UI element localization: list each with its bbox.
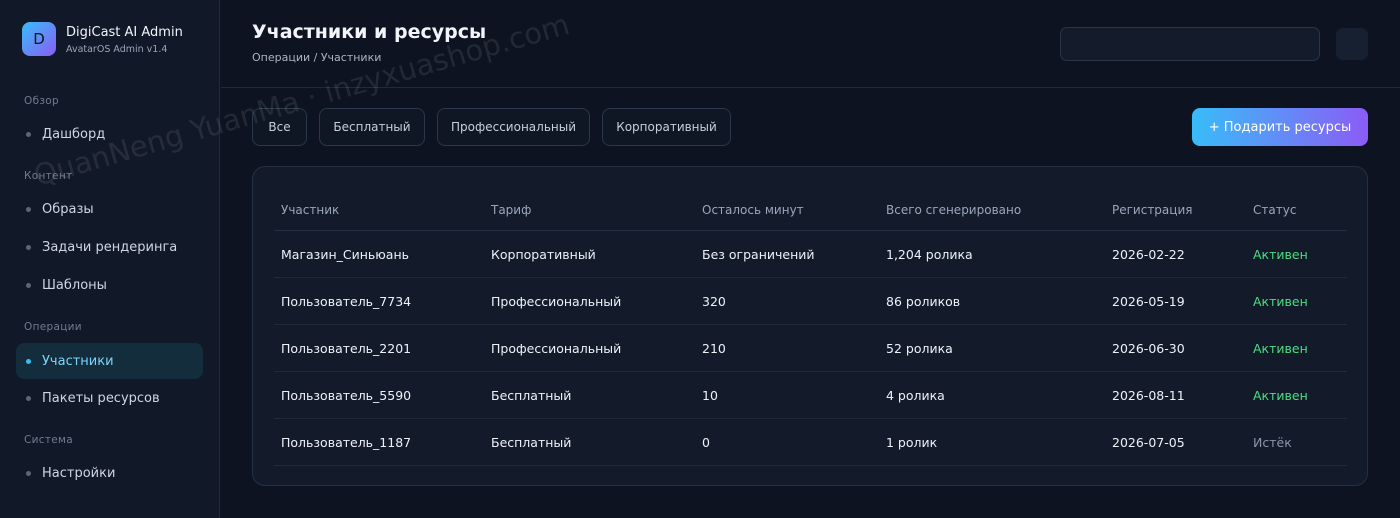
- plan-cell: Профессиональный: [491, 341, 622, 356]
- filter-corporate-button[interactable]: Корпоративный: [602, 108, 731, 146]
- sidebar-item-label: Настройки: [42, 465, 116, 481]
- member-cell: Пользователь_1187: [281, 435, 412, 450]
- main-content: Участники и ресурсы Операции / Участники…: [221, 0, 1400, 518]
- member-cell: Пользователь_2201: [281, 341, 412, 356]
- section-label-operations: Операции: [24, 321, 82, 333]
- plan-cell: Бесплатный: [491, 435, 572, 450]
- section-label-overview: Обзор: [24, 95, 59, 107]
- table-row[interactable]: Пользователь_5590 Бесплатный 10 4 ролика…: [274, 372, 1347, 419]
- sidebar-item-label: Задачи рендеринга: [42, 239, 178, 255]
- filter-professional-button[interactable]: Профессиональный: [437, 108, 590, 146]
- section-label-content: Контент: [24, 170, 73, 182]
- section-label-system: Система: [24, 434, 73, 446]
- registration-cell: 2026-06-30: [1112, 341, 1185, 356]
- breadcrumb: Операции / Участники: [252, 51, 382, 64]
- sidebar-item-label: Пакеты ресурсов: [42, 390, 160, 406]
- generated-cell: 1,204 ролика: [886, 247, 973, 262]
- sidebar-item-label: Шаблоны: [42, 277, 107, 293]
- header-icon-button[interactable]: [1336, 28, 1368, 60]
- filter-free-button[interactable]: Бесплатный: [319, 108, 425, 146]
- status-badge: Активен: [1253, 341, 1308, 356]
- sidebar-item-label: Дашборд: [42, 126, 106, 142]
- sidebar-item-render-tasks[interactable]: Задачи рендеринга: [16, 229, 203, 265]
- column-header-total-generated: Всего сгенерировано: [886, 203, 1022, 217]
- gift-resources-button[interactable]: + Подарить ресурсы: [1192, 108, 1368, 146]
- status-badge: Истёк: [1253, 435, 1292, 450]
- filter-all-button[interactable]: Все: [252, 108, 307, 146]
- registration-cell: 2026-08-11: [1112, 388, 1185, 403]
- page-title: Участники и ресурсы: [252, 21, 487, 43]
- bullet-icon: [26, 470, 31, 476]
- status-badge: Активен: [1253, 294, 1308, 309]
- table-header: Участник Тариф Осталось минут Всего сген…: [274, 191, 1347, 231]
- status-badge: Активен: [1253, 247, 1308, 262]
- member-cell: Пользователь_5590: [281, 388, 412, 403]
- search-input[interactable]: [1060, 27, 1320, 61]
- minutes-cell: 0: [702, 435, 710, 450]
- sidebar-item-label: Образы: [42, 201, 94, 217]
- member-cell: Магазин_Синьюань: [281, 247, 409, 262]
- generated-cell: 4 ролика: [886, 388, 945, 403]
- bullet-icon: [26, 244, 31, 250]
- table-row[interactable]: Магазин_Синьюань Корпоративный Без огран…: [274, 231, 1347, 278]
- registration-cell: 2026-05-19: [1112, 294, 1185, 309]
- brand: D DigiCast AI Admin AvatarOS Admin v1.4: [22, 22, 183, 56]
- column-header-status: Статус: [1253, 203, 1297, 217]
- registration-cell: 2026-02-22: [1112, 247, 1185, 262]
- sidebar-item-members[interactable]: Участники: [16, 343, 203, 379]
- table-row[interactable]: Пользователь_2201 Профессиональный 210 5…: [274, 325, 1347, 372]
- plan-cell: Профессиональный: [491, 294, 622, 309]
- members-table: Участник Тариф Осталось минут Всего сген…: [252, 166, 1368, 486]
- bullet-icon: [26, 282, 31, 288]
- minutes-cell: 320: [702, 294, 726, 309]
- column-header-member: Участник: [281, 203, 340, 217]
- column-header-registration: Регистрация: [1112, 203, 1193, 217]
- generated-cell: 86 роликов: [886, 294, 961, 309]
- plan-cell: Корпоративный: [491, 247, 596, 262]
- generated-cell: 1 ролик: [886, 435, 938, 450]
- brand-text: DigiCast AI Admin AvatarOS Admin v1.4: [66, 24, 183, 55]
- column-header-plan: Тариф: [491, 203, 532, 217]
- sidebar-item-settings[interactable]: Настройки: [16, 455, 203, 491]
- generated-cell: 52 ролика: [886, 341, 953, 356]
- bullet-icon: [26, 131, 31, 137]
- brand-title: DigiCast AI Admin: [66, 24, 183, 40]
- minutes-cell: Без ограничений: [702, 247, 815, 262]
- bullet-icon: [26, 358, 31, 364]
- sidebar-item-label: Участники: [42, 353, 114, 369]
- sidebar: D DigiCast AI Admin AvatarOS Admin v1.4 …: [0, 0, 220, 518]
- sidebar-item-avatars[interactable]: Образы: [16, 191, 203, 227]
- brand-logo: D: [22, 22, 56, 56]
- sidebar-item-dashboard[interactable]: Дашборд: [16, 116, 203, 152]
- minutes-cell: 210: [702, 341, 726, 356]
- member-cell: Пользователь_7734: [281, 294, 412, 309]
- header-divider: [221, 87, 1400, 88]
- sidebar-item-resource-packs[interactable]: Пакеты ресурсов: [16, 380, 203, 416]
- table-row[interactable]: Пользователь_1187 Бесплатный 0 1 ролик 2…: [274, 419, 1347, 466]
- brand-subtitle: AvatarOS Admin v1.4: [66, 43, 168, 55]
- bullet-icon: [26, 395, 31, 401]
- status-badge: Активен: [1253, 388, 1308, 403]
- registration-cell: 2026-07-05: [1112, 435, 1185, 450]
- bullet-icon: [26, 206, 31, 212]
- table-row[interactable]: Пользователь_7734 Профессиональный 320 8…: [274, 278, 1347, 325]
- sidebar-item-templates[interactable]: Шаблоны: [16, 267, 203, 303]
- plan-cell: Бесплатный: [491, 388, 572, 403]
- minutes-cell: 10: [702, 388, 718, 403]
- column-header-minutes-left: Осталось минут: [702, 203, 804, 217]
